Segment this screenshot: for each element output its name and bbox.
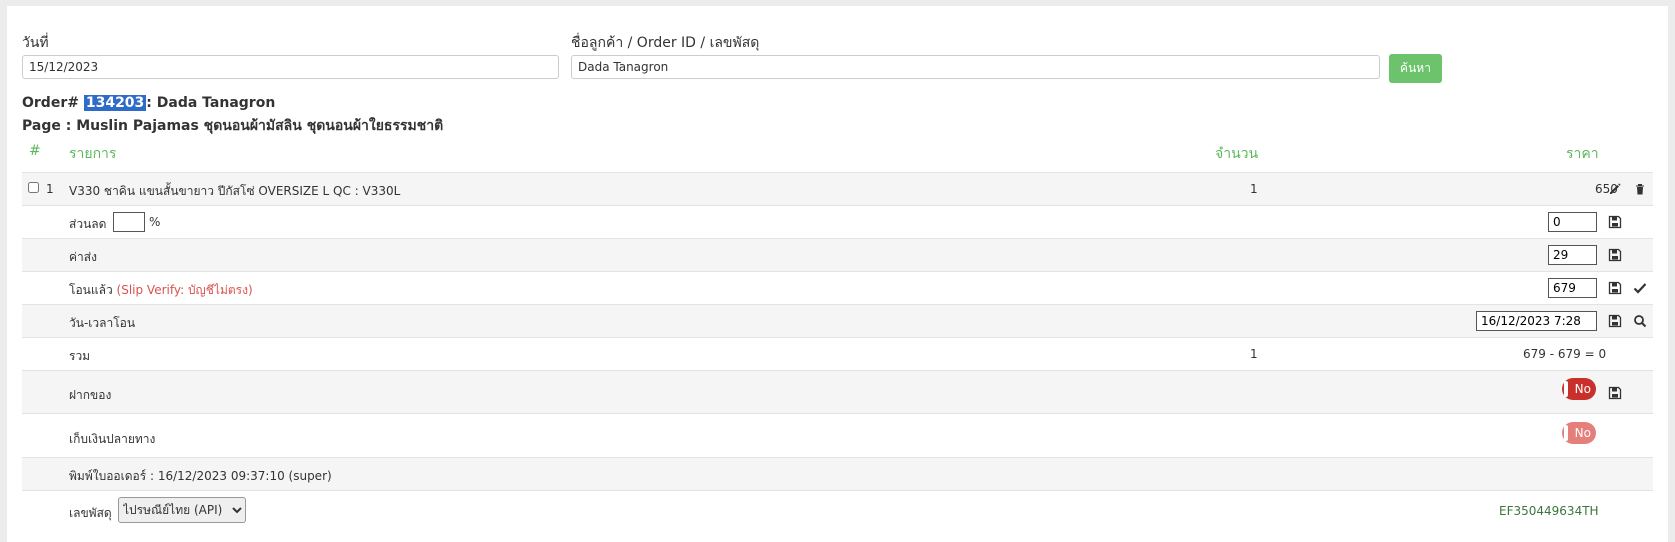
item-index: 1 xyxy=(46,182,54,196)
search-query-label: ชื่อลูกค้า / Order ID / เลขพัสดุ xyxy=(571,35,760,51)
percent-sign: % xyxy=(149,215,161,229)
cod-toggle[interactable]: No xyxy=(1562,422,1596,444)
header-item: รายการ xyxy=(69,146,117,162)
save-icon[interactable] xyxy=(1608,215,1622,229)
discount-percent-input[interactable] xyxy=(113,212,145,232)
shipping-input[interactable] xyxy=(1548,245,1597,265)
tracking-label: เลขพัสดุ xyxy=(69,506,112,520)
table-row-item: 1 V330 ชาคิน แขนสั้นขายาว ปีกัสโซ่ OVERS… xyxy=(22,172,1653,206)
save-icon[interactable] xyxy=(1608,248,1622,262)
table-row-tracking: เลขพัสดุ EF350449634TH xyxy=(22,490,1653,531)
transferred-label: โอนแล้ว (Slip Verify: บัญชีไม่ตรง) xyxy=(69,281,253,300)
total-calc: 679 - 679 = 0 xyxy=(1523,347,1607,361)
order-page-line: Page : Muslin Pajamas ชุดนอนผ้ามัสลิน ชุ… xyxy=(22,118,444,134)
item-qty: 1 xyxy=(1250,182,1258,196)
search-input[interactable] xyxy=(571,55,1380,79)
deposit-toggle[interactable]: No xyxy=(1562,378,1596,400)
search-button[interactable]: ค้นหา xyxy=(1389,54,1442,83)
cod-label: เก็บเงินปลายทาง xyxy=(69,432,156,446)
item-checkbox[interactable] xyxy=(28,182,39,193)
total-qty: 1 xyxy=(1250,347,1258,361)
table-row-cod: เก็บเงินปลายทาง No xyxy=(22,413,1653,458)
item-name: V330 ชาคิน แขนสั้นขายาว ปีกัสโซ่ OVERSIZ… xyxy=(69,184,401,198)
date-label: วันที่ xyxy=(22,35,49,51)
save-icon[interactable] xyxy=(1608,281,1622,295)
table-row-transferred: โอนแล้ว (Slip Verify: บัญชีไม่ตรง) xyxy=(22,271,1653,305)
transfer-time-input[interactable] xyxy=(1476,311,1597,331)
order-prefix: Order# xyxy=(22,95,79,111)
edit-icon[interactable] xyxy=(1608,182,1622,196)
save-icon[interactable] xyxy=(1608,314,1622,328)
discount-label: ส่วนลด xyxy=(69,217,107,231)
order-customer: : Dada Tanagron xyxy=(146,95,276,111)
cod-toggle-text: No xyxy=(1574,426,1591,440)
order-id[interactable]: 134203 xyxy=(83,95,147,111)
tracking-number: EF350449634TH xyxy=(1499,504,1599,518)
transferred-text: โอนแล้ว xyxy=(69,283,113,297)
table-row-discount: ส่วนลด % xyxy=(22,205,1653,239)
table-row-shipping: ค่าส่ง xyxy=(22,238,1653,272)
slip-verify-note: (Slip Verify: บัญชีไม่ตรง) xyxy=(116,283,253,297)
total-label: รวม xyxy=(69,349,91,363)
check-icon[interactable] xyxy=(1633,281,1647,295)
header-qty: จำนวน xyxy=(1215,146,1259,162)
transfer-time-label: วัน-เวลาโอน xyxy=(69,316,136,330)
search-icon[interactable] xyxy=(1633,314,1647,328)
save-icon[interactable] xyxy=(1608,386,1622,400)
table-row-printed: พิมพ์ใบออเดอร์ : 16/12/2023 09:37:10 (su… xyxy=(22,457,1653,491)
carrier-select[interactable]: ไปรษณีย์ไทย (API) xyxy=(118,497,246,523)
order-title: Order# 134203: Dada Tanagron xyxy=(22,95,275,111)
header-price: ราคา xyxy=(1566,146,1599,162)
table-row-transfer-time: วัน-เวลาโอน xyxy=(22,304,1653,338)
table-row-total: รวม 1 679 - 679 = 0 xyxy=(22,337,1653,371)
transferred-input[interactable] xyxy=(1548,278,1597,298)
table-row-deposit: ฝากของ No xyxy=(22,370,1653,414)
shipping-label: ค่าส่ง xyxy=(69,250,97,264)
printed-info: พิมพ์ใบออเดอร์ : 16/12/2023 09:37:10 (su… xyxy=(69,469,332,483)
discount-value-input[interactable] xyxy=(1548,212,1597,232)
date-input[interactable] xyxy=(22,55,559,79)
header-index: # xyxy=(29,143,41,159)
trash-icon[interactable] xyxy=(1633,182,1647,196)
deposit-label: ฝากของ xyxy=(69,388,112,402)
deposit-toggle-text: No xyxy=(1574,382,1591,396)
